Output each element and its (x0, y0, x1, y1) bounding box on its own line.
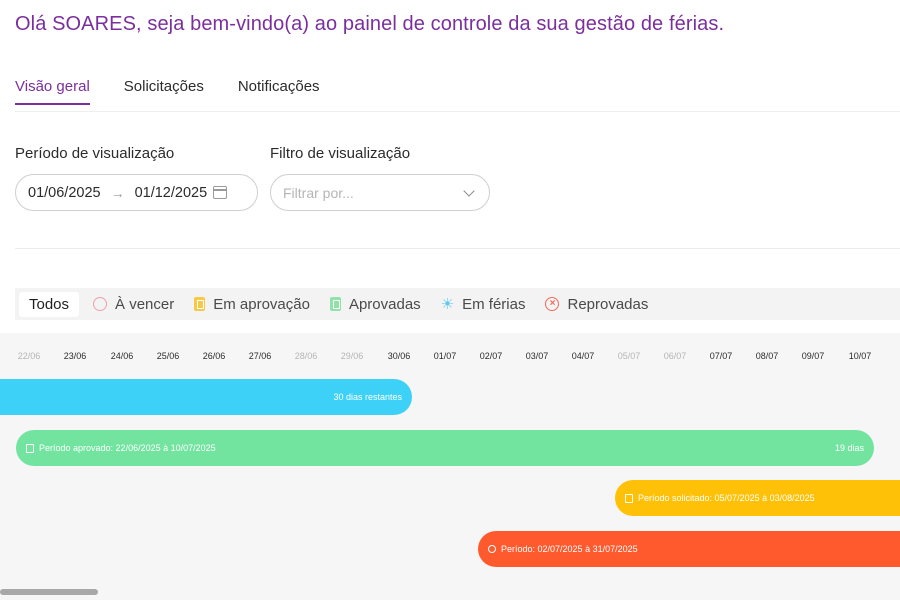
day-label: 25/06 (156, 351, 180, 361)
calendar-icon[interactable] (213, 186, 228, 199)
legend-expiring[interactable]: À vencer (93, 296, 174, 313)
date-range-picker[interactable]: 01/06/2025 → 01/12/2025 (15, 174, 258, 211)
approved-period-text: Período aprovado: 22/06/2025 à 10/07/202… (39, 443, 216, 453)
legend-on-vacation-label: Em férias (462, 295, 526, 313)
start-date[interactable]: 01/06/2025 (28, 185, 101, 201)
circle-icon (93, 297, 108, 311)
vacation-timeline: 22/06 23/06 24/06 25/06 26/06 27/06 28/0… (0, 333, 900, 600)
day-label: 05/07 (617, 351, 641, 361)
day-label: 07/07 (709, 351, 733, 361)
day-label: 10/07 (848, 351, 872, 361)
day-label: 22/06 (17, 351, 41, 361)
x-circle-icon (488, 545, 496, 553)
filter-label: Filtro de visualização (270, 145, 411, 162)
tab-notifications[interactable]: Notificações (238, 78, 320, 105)
x-circle-icon: × (545, 297, 560, 311)
day-label: 23/06 (63, 351, 87, 361)
day-label: 08/07 (755, 351, 779, 361)
legend-rejected-label: Reprovadas (567, 295, 649, 313)
chevron-down-icon (463, 184, 475, 197)
horizontal-scrollbar[interactable] (0, 589, 98, 595)
document-icon (625, 493, 633, 503)
timeline-days-header: 22/06 23/06 24/06 25/06 26/06 27/06 28/0… (0, 351, 900, 365)
day-label: 04/07 (571, 351, 595, 361)
day-label: 27/06 (248, 351, 272, 361)
day-label: 09/07 (801, 351, 825, 361)
period-label: Período de visualização (15, 145, 175, 162)
rejected-period-text: Período: 02/07/2025 à 31/07/2025 (501, 544, 638, 554)
filter-select[interactable]: Filtrar por... (270, 174, 490, 211)
tab-overview[interactable]: Visão geral (15, 78, 90, 105)
section-divider (15, 248, 900, 249)
document-icon (329, 297, 341, 311)
day-label: 1 (882, 351, 900, 361)
day-label: 01/07 (433, 351, 457, 361)
status-legend: Todos À vencer Em aprovação Aprovadas ☀ … (15, 288, 900, 320)
day-label: 29/06 (340, 351, 364, 361)
day-label: 24/06 (110, 351, 134, 361)
welcome-message: Olá SOARES, seja bem-vindo(a) ao painel … (15, 13, 725, 35)
vacation-bar-remaining: 30 dias restantes (333, 392, 402, 402)
requested-period-text: Período solicitado: 05/07/2025 à 03/08/2… (638, 493, 815, 503)
vacation-bar[interactable]: 30 dias restantes (0, 379, 412, 415)
day-label: 06/07 (663, 351, 687, 361)
day-label: 26/06 (202, 351, 226, 361)
rejected-period-bar[interactable]: Período: 02/07/2025 à 31/07/2025 (478, 531, 900, 567)
approved-period-bar[interactable]: Período aprovado: 22/06/2025 à 10/07/202… (16, 430, 874, 466)
document-icon (26, 443, 34, 453)
tab-requests[interactable]: Solicitações (124, 78, 204, 105)
day-label: 28/06 (294, 351, 318, 361)
tabs-divider (15, 111, 900, 112)
filter-placeholder: Filtrar por... (283, 184, 354, 201)
day-label: 02/07 (479, 351, 503, 361)
requested-period-bar[interactable]: Período solicitado: 05/07/2025 à 03/08/2… (615, 480, 900, 516)
day-label: 30/06 (387, 351, 411, 361)
legend-rejected[interactable]: × Reprovadas (545, 296, 648, 313)
legend-approved-label: Aprovadas (348, 295, 421, 313)
day-label: 03/07 (525, 351, 549, 361)
legend-approved[interactable]: Aprovadas (329, 295, 421, 313)
end-date[interactable]: 01/12/2025 (135, 185, 208, 201)
sun-icon: ☀ (440, 295, 455, 313)
arrow-right-icon: → (110, 184, 125, 201)
tab-bar: Visão geral Solicitações Notificações (15, 78, 354, 105)
legend-pending-label: Em aprovação (213, 295, 310, 313)
legend-pending[interactable]: Em aprovação (194, 296, 310, 313)
legend-on-vacation[interactable]: ☀ Em férias (441, 296, 526, 313)
document-icon (194, 297, 206, 311)
approved-period-days: 19 dias (834, 443, 864, 453)
legend-expiring-label: À vencer (115, 295, 175, 313)
legend-all[interactable]: Todos (19, 291, 80, 317)
